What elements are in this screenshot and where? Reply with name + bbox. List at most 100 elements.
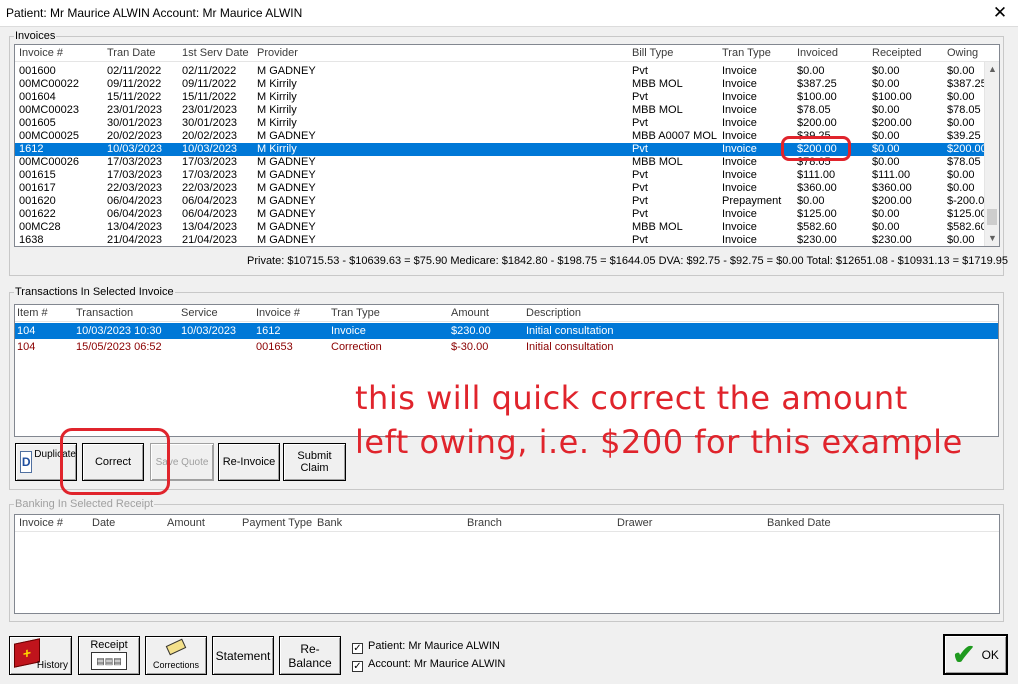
invoice-row[interactable]: 001600 02/11/2022 02/11/2022 M GADNEY Pvt Inv… — [15, 65, 984, 78]
invoices-list[interactable]: Invoice # Tran Date 1st Serv Date Provider B… — [14, 44, 1000, 247]
invoice-cell: 02/11/2022 — [107, 65, 162, 77]
invoice-cell: Invoice — [722, 169, 757, 181]
invoice-cell: Invoice — [722, 156, 757, 168]
transaction-cell: Invoice — [331, 325, 366, 337]
invoice-row[interactable]: 001615 17/03/2023 17/03/2023 M GADNEY Pvt Inv… — [15, 169, 984, 182]
invoice-cell: 22/03/2023 — [107, 182, 163, 194]
transactions-col-header[interactable]: Service — [181, 307, 218, 319]
invoices-col-header[interactable]: Provider — [257, 47, 298, 59]
scroll-down-icon[interactable]: ▼ — [985, 231, 999, 246]
banking-col-header[interactable]: Bank — [317, 517, 342, 529]
statement-button[interactable]: Statement — [212, 636, 274, 675]
invoice-cell: 10/03/2023 — [107, 143, 163, 155]
banking-col-header[interactable]: Banked Date — [767, 517, 831, 529]
transactions-col-header[interactable]: Invoice # — [256, 307, 300, 319]
invoice-cell: $0.00 — [947, 234, 975, 246]
transactions-col-header[interactable]: Amount — [451, 307, 489, 319]
transactions-col-header[interactable]: Item # — [17, 307, 48, 319]
invoices-col-header[interactable]: Receipted — [872, 47, 922, 59]
transaction-row[interactable]: 104 15/05/2023 06:52 001653 Correction $-30.… — [15, 339, 998, 355]
invoices-col-header[interactable]: Bill Type — [632, 47, 673, 59]
invoice-cell: 06/04/2023 — [107, 208, 163, 220]
invoice-row[interactable]: 00MC28 13/04/2023 13/04/2023 M GADNEY MBB MO… — [15, 221, 987, 234]
annotation-line-2: left owing, i.e. $200 for this example — [355, 423, 963, 461]
invoice-row[interactable]: 001604 15/11/2022 15/11/2022 M Kirrily Pvt In… — [15, 91, 984, 104]
transaction-cell: 104 — [17, 325, 36, 337]
invoice-cell: Pvt — [632, 234, 648, 246]
invoices-col-header[interactable]: Invoice # — [19, 47, 63, 59]
invoice-cell: 06/04/2023 — [107, 195, 163, 207]
invoice-cell: 00MC00025 — [19, 130, 79, 142]
banking-col-header[interactable]: Drawer — [617, 517, 652, 529]
invoice-cell: $111.00 — [797, 169, 836, 181]
transaction-row[interactable]: 104 10/03/2023 10:30 10/03/2023 1612 Invoice… — [15, 323, 998, 339]
invoice-cell: MBB MOL — [632, 78, 683, 90]
invoices-col-header[interactable]: Invoiced — [797, 47, 838, 59]
invoice-cell: 23/01/2023 — [107, 104, 163, 116]
invoice-cell: $200.00 — [797, 117, 837, 129]
invoice-cell: $582.60 — [797, 221, 837, 233]
invoice-cell: 13/04/2023 — [182, 221, 238, 233]
banking-col-header[interactable]: Payment Type — [242, 517, 312, 529]
invoice-row[interactable]: 001605 30/01/2023 30/01/2023 M Kirrily Pvt In… — [15, 117, 984, 130]
invoice-row[interactable]: 1638 21/04/2023 21/04/2023 M GADNEY Pvt Invoi… — [15, 234, 984, 246]
invoices-col-header[interactable]: Owing — [947, 47, 978, 59]
eraser-icon — [165, 638, 187, 656]
invoice-row[interactable]: 001617 22/03/2023 22/03/2023 M GADNEY Pvt Inv… — [15, 182, 984, 195]
close-icon[interactable]: ✕ — [990, 3, 1010, 23]
invoice-cell: Invoice — [722, 234, 757, 246]
account-checkbox[interactable]: ✓ Account: Mr Maurice ALWIN — [352, 658, 505, 672]
invoice-cell: MBB MOL — [632, 156, 683, 168]
invoice-cell: $200.00 — [947, 143, 987, 155]
invoice-cell: Pvt — [632, 117, 648, 129]
invoices-scrollbar[interactable]: ▲ ▼ — [984, 62, 999, 246]
transactions-col-header[interactable]: Transaction — [76, 307, 133, 319]
history-button[interactable]: + History — [9, 636, 72, 675]
invoices-col-header[interactable]: Tran Type — [722, 47, 771, 59]
invoice-row[interactable]: 001620 06/04/2023 06/04/2023 M GADNEY Pvt Pre… — [15, 195, 990, 208]
invoice-cell: Invoice — [722, 117, 757, 129]
banking-col-header[interactable]: Amount — [167, 517, 205, 529]
invoice-cell: Invoice — [722, 78, 757, 90]
invoices-col-header[interactable]: 1st Serv Date — [182, 47, 249, 59]
invoice-cell: Pvt — [632, 208, 648, 220]
invoice-cell: Invoice — [722, 91, 757, 103]
receipt-button[interactable]: Receipt ▤▤▤ — [78, 636, 140, 675]
invoice-cell: 21/04/2023 — [182, 234, 238, 246]
invoices-header: Invoice # Tran Date 1st Serv Date Provider B… — [15, 45, 999, 62]
invoice-cell: 001600 — [19, 65, 56, 77]
invoice-cell: MBB A0007 MOL — [632, 130, 717, 142]
invoice-cell: $0.00 — [947, 117, 975, 129]
transactions-col-header[interactable]: Tran Type — [331, 307, 380, 319]
banking-list[interactable]: Invoice # Date Amount Payment Type Bank Branc… — [14, 514, 1000, 614]
invoice-cell: 13/04/2023 — [107, 221, 163, 233]
scroll-up-icon[interactable]: ▲ — [985, 62, 999, 77]
transaction-cell: 104 — [17, 341, 36, 353]
reinvoice-button[interactable]: Re-Invoice — [218, 443, 280, 481]
invoices-col-header[interactable]: Tran Date — [107, 47, 156, 59]
invoice-cell: $200.00 — [872, 117, 912, 129]
invoice-cell: $360.00 — [872, 182, 912, 194]
annotation-line-1: this will quick correct the amount — [355, 379, 908, 417]
invoice-row[interactable]: 00MC00023 23/01/2023 23/01/2023 M Kirrily MB… — [15, 104, 984, 117]
invoice-cell: 22/03/2023 — [182, 182, 238, 194]
banking-col-header[interactable]: Invoice # — [19, 517, 63, 529]
banking-col-header[interactable]: Date — [92, 517, 115, 529]
transaction-cell: 15/05/2023 06:52 — [76, 341, 162, 353]
patient-checkbox[interactable]: ✓ Patient: Mr Maurice ALWIN — [352, 640, 500, 654]
invoice-cell: $0.00 — [947, 91, 975, 103]
rebalance-button[interactable]: Re-Balance — [279, 636, 341, 675]
invoice-row[interactable]: 001622 06/04/2023 06/04/2023 M GADNEY Pvt Inv… — [15, 208, 987, 221]
submit-claim-button[interactable]: Submit Claim — [283, 443, 346, 481]
transactions-col-header[interactable]: Description — [526, 307, 581, 319]
invoice-row[interactable]: 00MC00022 09/11/2022 09/11/2022 M Kirrily MB… — [15, 78, 987, 91]
corrections-button[interactable]: Corrections — [145, 636, 207, 675]
invoice-cell: 15/11/2022 — [107, 91, 162, 103]
invoice-cell: M GADNEY — [257, 208, 316, 220]
banking-col-header[interactable]: Branch — [467, 517, 502, 529]
invoice-cell: $100.00 — [872, 91, 912, 103]
ok-button[interactable]: ✔ OK — [943, 634, 1008, 675]
scroll-thumb[interactable] — [987, 209, 997, 225]
invoice-cell: $0.00 — [872, 143, 900, 155]
invoice-cell: 30/01/2023 — [182, 117, 238, 129]
